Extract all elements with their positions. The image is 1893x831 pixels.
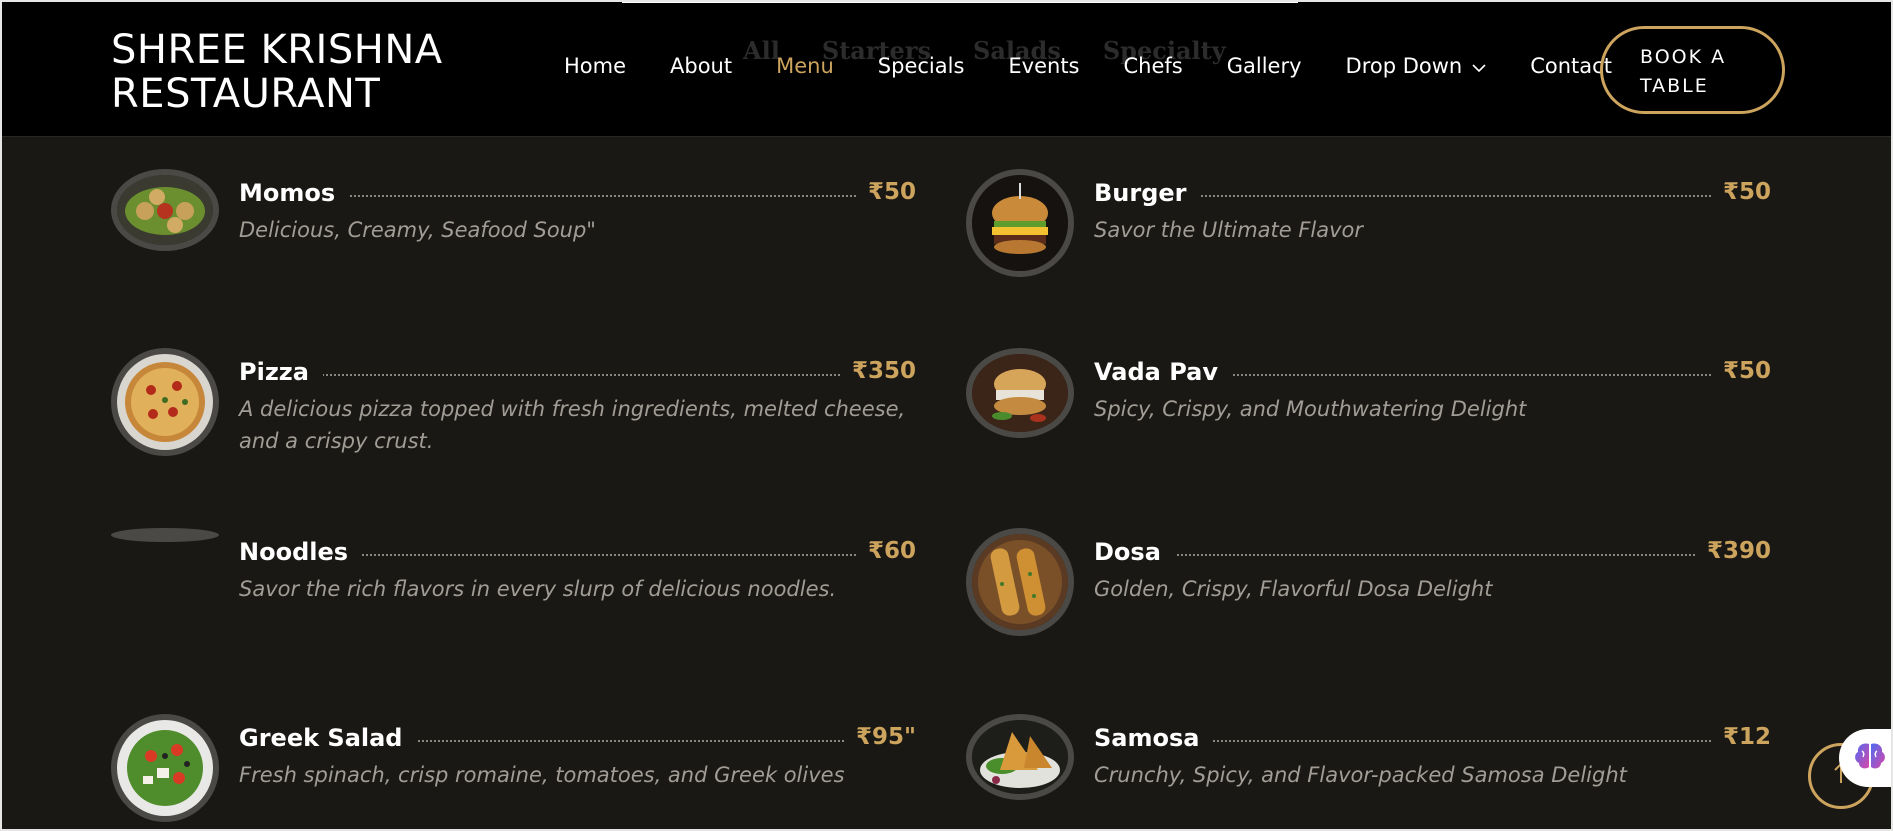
chevron-down-icon bbox=[1472, 54, 1486, 78]
menu-item-description: Crunchy, Spicy, and Flavor-packed Samosa… bbox=[1094, 763, 1627, 787]
momos-image bbox=[111, 169, 219, 251]
menu-item-name: Momos bbox=[239, 179, 350, 207]
menu-item-description: Spicy, Crispy, and Mouthwatering Delight bbox=[1094, 397, 1527, 421]
nav-item-home[interactable]: Home bbox=[564, 54, 626, 78]
menu-item-price: ₹95" bbox=[844, 724, 916, 750]
logo-line-2: RESTAURANT bbox=[111, 71, 381, 117]
menu-item-name: Pizza bbox=[239, 358, 323, 386]
menu-item-price: ₹390 bbox=[1694, 538, 1771, 564]
menu-item-description: Savor the rich flavors in every slurp of… bbox=[239, 577, 837, 601]
menu-item-price: ₹50 bbox=[1710, 358, 1771, 384]
assistant-widget-button[interactable] bbox=[1839, 729, 1893, 787]
menu-item-name: Samosa bbox=[1094, 724, 1214, 752]
greek-salad-image bbox=[111, 714, 219, 822]
logo-line-1: SHREE KRISHNA bbox=[111, 27, 443, 73]
menu-item-description: Fresh spinach, crisp romaine, tomatoes, … bbox=[239, 763, 845, 787]
menu-item-price: ₹50 bbox=[855, 179, 916, 205]
book-a-table-button[interactable]: BOOK A TABLE bbox=[1600, 26, 1785, 114]
nav-item-specials[interactable]: Specials bbox=[878, 54, 965, 78]
nav-item-events[interactable]: Events bbox=[1008, 54, 1079, 78]
menu-item-description: Delicious, Creamy, Seafood Soup" bbox=[239, 218, 596, 242]
nav-item-about[interactable]: About bbox=[670, 54, 732, 78]
nav-item-menu[interactable]: Menu bbox=[776, 54, 834, 78]
menu-item-name: Noodles bbox=[239, 538, 363, 566]
nav-item-chefs[interactable]: Chefs bbox=[1124, 54, 1183, 78]
menu-item-description: Savor the Ultimate Flavor bbox=[1094, 218, 1364, 242]
dosa-image bbox=[966, 528, 1074, 636]
vada-pav-image bbox=[966, 348, 1074, 438]
menu-item-price: ₹350 bbox=[839, 358, 916, 384]
menu-item-name: Burger bbox=[1094, 179, 1201, 207]
noodles-image bbox=[111, 528, 219, 542]
brain-icon bbox=[1853, 741, 1887, 775]
menu-item-name: Vada Pav bbox=[1094, 358, 1232, 386]
book-button-line-2: TABLE bbox=[1640, 75, 1709, 97]
menu-item-name: Dosa bbox=[1094, 538, 1175, 566]
burger-image bbox=[966, 169, 1074, 277]
menu-item-name: Greek Salad bbox=[239, 724, 417, 752]
book-button-line-1: BOOK A bbox=[1640, 46, 1727, 68]
samosa-image bbox=[966, 714, 1074, 800]
header-top-line bbox=[622, 0, 1298, 3]
menu-item-description: A delicious pizza topped with fresh ingr… bbox=[239, 397, 906, 453]
menu-item-dots bbox=[239, 374, 916, 376]
nav-item-gallery[interactable]: Gallery bbox=[1227, 54, 1302, 78]
nav-item-dropdown[interactable]: Drop Down bbox=[1346, 54, 1487, 78]
site-header: All Starters Salads Specialty SHREE KRIS… bbox=[0, 0, 1893, 137]
menu-item-description: Golden, Crispy, Flavorful Dosa Delight bbox=[1094, 577, 1493, 601]
menu-item-dots bbox=[1094, 554, 1771, 556]
menu-item-price: ₹60 bbox=[855, 538, 916, 564]
menu-item-price: ₹12 bbox=[1710, 724, 1771, 750]
main-nav: Home About Menu Specials Events Chefs Ga… bbox=[564, 54, 1612, 78]
pizza-image bbox=[111, 348, 219, 456]
menu-item-price: ₹50 bbox=[1710, 179, 1771, 205]
site-logo[interactable]: SHREE KRISHNA RESTAURANT bbox=[111, 28, 443, 116]
nav-item-dropdown-label: Drop Down bbox=[1345, 54, 1463, 78]
